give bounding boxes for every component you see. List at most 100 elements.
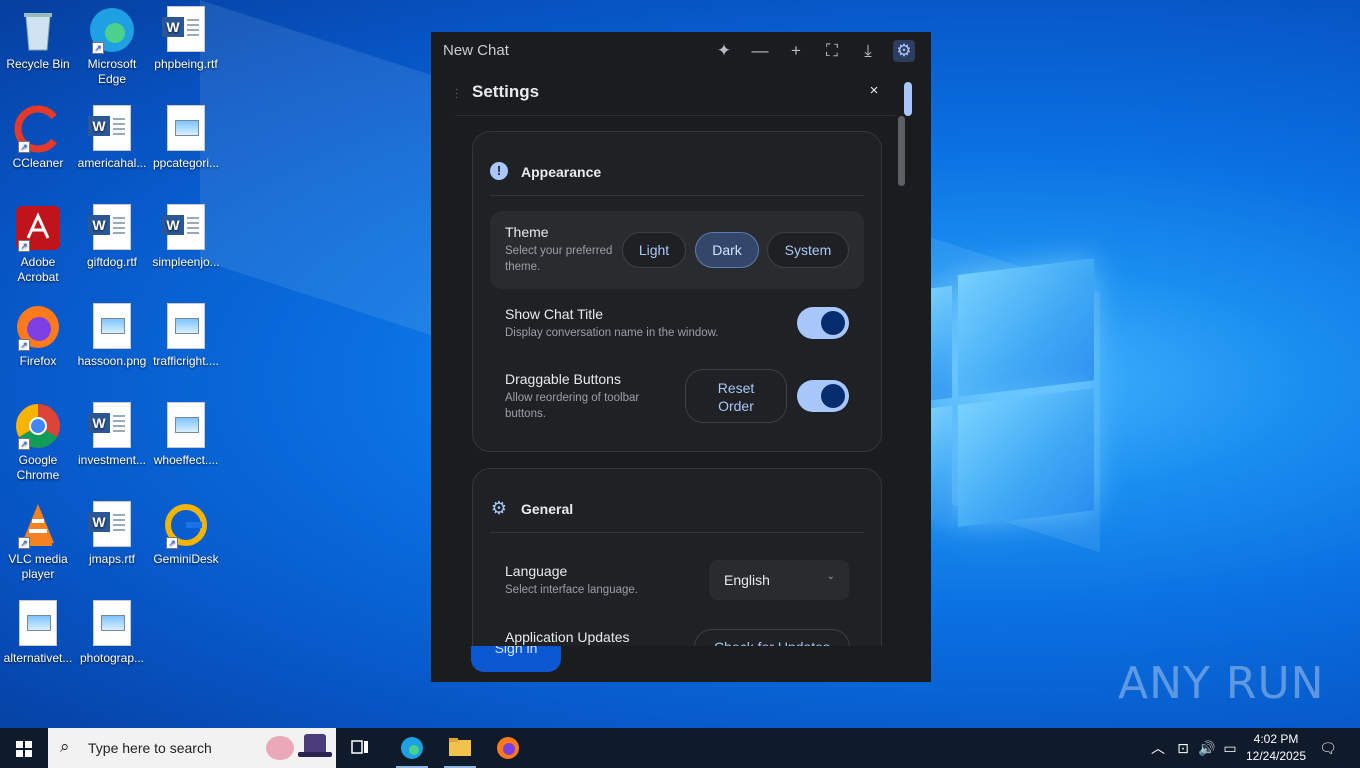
drag-handle-icon[interactable]: · · · bbox=[455, 85, 458, 103]
window-title: New Chat bbox=[443, 42, 509, 59]
geminidesk-icon: ↗ bbox=[162, 501, 210, 549]
system-clock[interactable]: 4:02 PM 12/24/2025 bbox=[1240, 731, 1312, 765]
desktop-icon[interactable]: alternativet... bbox=[0, 600, 76, 666]
draggable-buttons-toggle[interactable] bbox=[797, 380, 849, 412]
desktop-icon-label: Adobe Acrobat bbox=[17, 255, 59, 284]
desktop-icon-label: giftdog.rtf bbox=[86, 255, 138, 269]
theme-dark-button[interactable]: Dark bbox=[695, 232, 759, 268]
minimize-icon[interactable]: — bbox=[749, 40, 771, 62]
notifications-icon[interactable]: 🗨 bbox=[1316, 728, 1340, 768]
desktop-icon[interactable]: ↗ Microsoft Edge bbox=[74, 6, 150, 87]
taskbar-search[interactable]: ⌕ Type here to search bbox=[48, 728, 336, 768]
desktop-icon-label: jmaps.rtf bbox=[88, 552, 135, 566]
sign-in-button[interactable]: Sign in bbox=[471, 646, 561, 672]
desktop-icon[interactable]: Winvestment... bbox=[74, 402, 150, 468]
image-file-icon bbox=[162, 402, 210, 450]
shortcut-arrow-icon: ↗ bbox=[18, 438, 30, 450]
search-icon: ⌕ bbox=[60, 737, 70, 756]
appearance-card: ! Appearance Theme Select your preferred… bbox=[472, 131, 882, 452]
show-chat-title-toggle[interactable] bbox=[797, 307, 849, 339]
theme-setting: Theme Select your preferred theme. Light… bbox=[490, 211, 864, 289]
language-label: Language bbox=[505, 563, 568, 579]
shortcut-arrow-icon: ↗ bbox=[18, 339, 30, 351]
desktop-icon-label: Google Chrome bbox=[16, 453, 60, 482]
desktop-icon[interactable]: photograp... bbox=[74, 600, 150, 666]
general-heading: General bbox=[521, 501, 574, 517]
theme-light-button[interactable]: Light bbox=[622, 232, 686, 268]
file-explorer-icon[interactable] bbox=[436, 728, 484, 768]
display-icon[interactable]: ▭ bbox=[1220, 728, 1240, 768]
sparkle-icon[interactable]: ✦ bbox=[713, 40, 735, 62]
desktop-icon-label: simpleenjo... bbox=[152, 255, 220, 269]
desktop-icon[interactable]: trafficright.... bbox=[148, 303, 224, 369]
start-button[interactable] bbox=[0, 728, 48, 768]
show-chat-title-desc: Display conversation name in the window. bbox=[505, 327, 719, 339]
desktop-icon[interactable]: ↗ Adobe Acrobat bbox=[0, 204, 76, 285]
desktop-icon[interactable]: ↗ Google Chrome bbox=[0, 402, 76, 483]
info-icon: ! bbox=[490, 162, 508, 180]
network-icon[interactable]: ⊡ bbox=[1172, 728, 1194, 768]
anyrun-watermark: ANY RUN bbox=[1118, 658, 1325, 709]
desktop-icon-label: CCleaner bbox=[12, 156, 64, 170]
fullscreen-icon[interactable]: ⛶ bbox=[821, 40, 843, 62]
scrollbar-indicator[interactable] bbox=[904, 82, 912, 116]
general-header: ⚙ General bbox=[490, 499, 864, 533]
desktop-icon[interactable]: Recycle Bin bbox=[0, 6, 76, 72]
desktop-icon[interactable]: ppcategori... bbox=[148, 105, 224, 171]
reset-order-button[interactable]: Reset Order bbox=[685, 369, 787, 423]
image-file-icon bbox=[162, 303, 210, 351]
chevron-down-icon: ⌄ bbox=[826, 571, 835, 582]
scrollbar-thumb[interactable] bbox=[898, 116, 905, 186]
task-view-icon[interactable] bbox=[336, 728, 384, 768]
shortcut-arrow-icon: ↗ bbox=[18, 240, 30, 252]
draggable-buttons-desc: Allow reordering of toolbar buttons. bbox=[505, 392, 640, 420]
theme-title: Theme bbox=[505, 224, 549, 240]
general-card: ⚙ General Language Select interface lang… bbox=[472, 468, 882, 646]
check-updates-button[interactable]: Check for Updates bbox=[694, 629, 850, 646]
settings-gear-icon[interactable]: ⚙ bbox=[893, 40, 915, 62]
desktop-icon[interactable]: ↗ VLC media player bbox=[0, 501, 76, 582]
firefox-taskbar-icon[interactable] bbox=[484, 728, 532, 768]
volume-icon[interactable]: 🔊 bbox=[1196, 728, 1218, 768]
shortcut-arrow-icon: ↗ bbox=[18, 141, 30, 153]
shortcut-arrow-icon: ↗ bbox=[92, 42, 104, 54]
new-chat-icon[interactable]: + bbox=[785, 40, 807, 62]
desktop-icon[interactable]: ↗ Firefox bbox=[0, 303, 76, 369]
title-bar[interactable]: New Chat ✦ — + ⛶ ⤓ ⚙ bbox=[431, 32, 931, 70]
clock-date: 12/24/2025 bbox=[1245, 749, 1307, 763]
updates-label: Application Updates bbox=[505, 629, 630, 645]
image-file-icon bbox=[88, 600, 136, 648]
windows-logo-wallpaper bbox=[930, 248, 1100, 527]
word-doc-icon: W bbox=[162, 204, 210, 252]
edge-taskbar-icon[interactable] bbox=[388, 728, 436, 768]
windows-start-icon bbox=[16, 741, 32, 757]
desktop-icon-label: Microsoft Edge bbox=[87, 57, 137, 86]
download-icon[interactable]: ⤓ bbox=[857, 40, 879, 62]
toggle-knob bbox=[821, 384, 845, 408]
clock-time: 4:02 PM bbox=[1253, 732, 1299, 746]
desktop-icon-label: trafficright.... bbox=[153, 354, 219, 368]
desktop-icon[interactable]: Wphpbeing.rtf bbox=[148, 6, 224, 72]
theme-system-button[interactable]: System bbox=[767, 232, 849, 268]
recycle-bin-icon bbox=[14, 6, 62, 54]
desktop-icon[interactable]: Wjmaps.rtf bbox=[74, 501, 150, 567]
close-icon[interactable]: × bbox=[865, 82, 883, 100]
desktop-icon[interactable]: hassoon.png bbox=[74, 303, 150, 369]
desktop-icon[interactable]: ↗ GeminiDesk bbox=[148, 501, 224, 567]
geminidesk-window: New Chat ✦ — + ⛶ ⤓ ⚙ · · · Settings × ! Ap… bbox=[431, 32, 931, 682]
desktop-icon[interactable]: ↗ CCleaner bbox=[0, 105, 76, 171]
theme-desc: Select your preferred theme. bbox=[505, 245, 613, 273]
desktop-icon-label: alternativet... bbox=[3, 651, 73, 665]
desktop-icon[interactable]: whoeffect.... bbox=[148, 402, 224, 468]
appearance-header: ! Appearance bbox=[490, 162, 864, 196]
draggable-buttons-label: Draggable Buttons bbox=[505, 371, 621, 387]
desktop-icon[interactable]: Wamericahal... bbox=[74, 105, 150, 171]
desktop-icon[interactable]: Wsimpleenjo... bbox=[148, 204, 224, 270]
word-doc-icon: W bbox=[88, 402, 136, 450]
language-select[interactable]: English ⌄ bbox=[709, 560, 849, 600]
desktop-icon-label: whoeffect.... bbox=[153, 453, 219, 467]
desktop-icon[interactable]: Wgiftdog.rtf bbox=[74, 204, 150, 270]
desktop-icon-label: Firefox bbox=[19, 354, 57, 368]
language-value: English bbox=[724, 572, 770, 588]
chevron-up-icon[interactable]: ︿ bbox=[1148, 728, 1168, 768]
